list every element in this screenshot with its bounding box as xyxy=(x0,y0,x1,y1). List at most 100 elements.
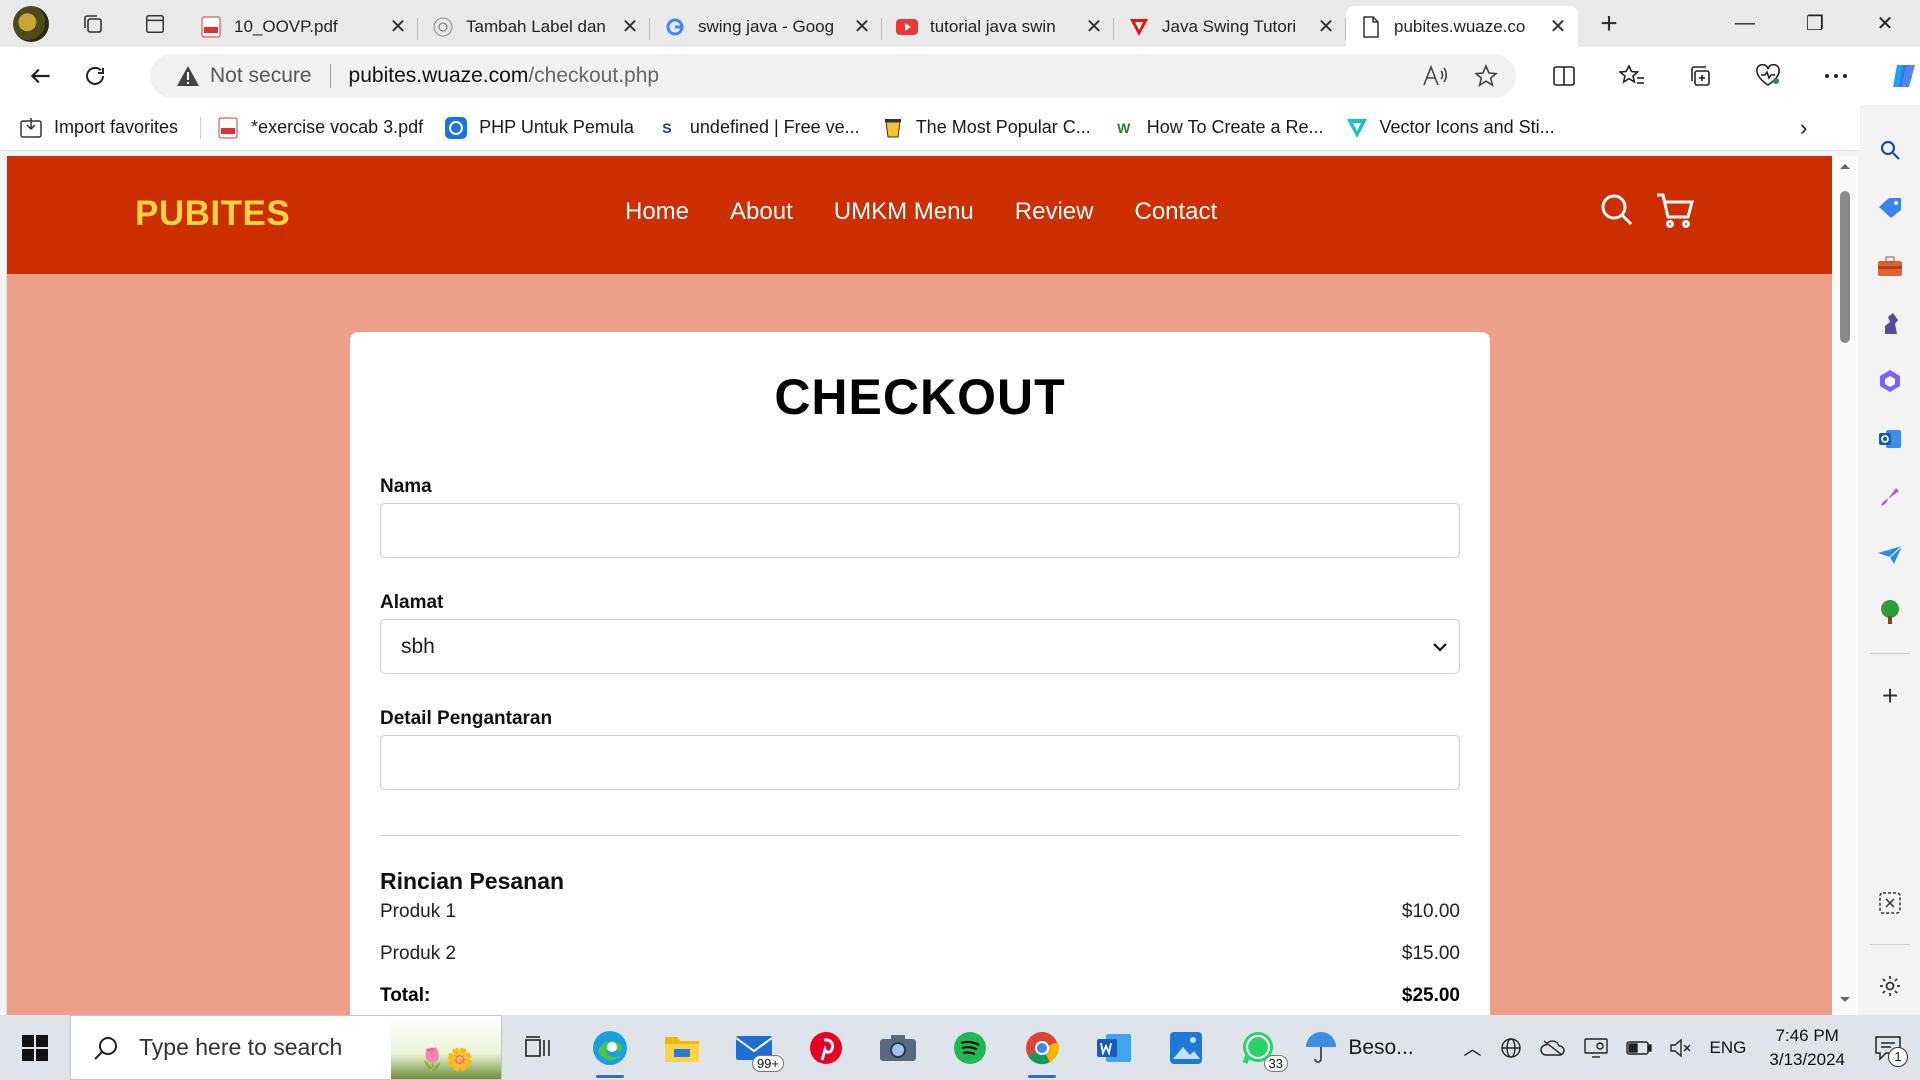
search-icon[interactable] xyxy=(1599,192,1635,228)
sidebar-shopping-tag-icon[interactable] xyxy=(1875,194,1905,222)
close-icon[interactable]: ✕ xyxy=(1316,14,1336,39)
browser-essentials-button[interactable] xyxy=(1734,54,1802,98)
restore-button[interactable]: ❐ xyxy=(1780,0,1850,47)
close-icon[interactable]: ✕ xyxy=(1548,14,1568,39)
close-icon[interactable]: ✕ xyxy=(1084,14,1104,39)
favorite-most-popular[interactable]: The Most Popular C... xyxy=(882,117,1091,139)
taskbar-chrome[interactable] xyxy=(1006,1015,1078,1080)
more-options-button[interactable] xyxy=(1802,54,1870,98)
nama-input[interactable] xyxy=(380,503,1460,558)
more-dots-icon xyxy=(1825,74,1847,78)
nav-review[interactable]: Review xyxy=(1015,198,1094,226)
start-button[interactable] xyxy=(0,1015,70,1080)
taskbar-weather[interactable]: Beso... xyxy=(1294,1015,1424,1080)
site-brand[interactable]: PUBITES xyxy=(135,194,290,234)
url-text[interactable]: pubites.wuaze.com/checkout.php xyxy=(349,64,660,88)
nav-about[interactable]: About xyxy=(730,198,793,226)
sidebar-designer-icon[interactable] xyxy=(1875,483,1905,511)
close-window-button[interactable]: ✕ xyxy=(1850,0,1920,47)
split-screen-button[interactable] xyxy=(1530,54,1598,98)
display-icon[interactable] xyxy=(1583,1037,1608,1058)
nav-umkm-menu[interactable]: UMKM Menu xyxy=(834,198,974,226)
nav-contact[interactable]: Contact xyxy=(1134,198,1217,226)
security-indicator[interactable]: Not secure xyxy=(176,64,312,88)
windows-taskbar: Type here to search 🌷🌼 99+ 33 Beso... ︿ xyxy=(0,1015,1920,1080)
detail-pengantaran-input[interactable] xyxy=(380,735,1460,790)
minimize-button[interactable]: — xyxy=(1710,0,1780,47)
mail-unread-badge: 99+ xyxy=(751,1055,784,1072)
tab-tambah-label[interactable]: Tambah Label dan ✕ xyxy=(418,8,650,46)
sidebar-microsoft365-icon[interactable] xyxy=(1875,367,1905,395)
read-aloud-icon[interactable] xyxy=(1422,65,1448,87)
favorite-how-to-create[interactable]: W How To Create a Re... xyxy=(1113,117,1323,139)
language-indicator[interactable]: ENG xyxy=(1710,1038,1747,1058)
sidebar-outlook-icon[interactable] xyxy=(1875,425,1905,453)
nav-home[interactable]: Home xyxy=(625,198,689,226)
favorite-exercise-vocab[interactable]: *exercise vocab 3.pdf xyxy=(217,117,423,139)
page-scrollbar[interactable] xyxy=(1832,156,1858,1015)
refresh-button[interactable] xyxy=(68,54,122,98)
chevron-right-icon[interactable]: › xyxy=(1800,115,1807,141)
detail-group: Detail Pengantaran xyxy=(380,708,1460,790)
tab-actions-button[interactable] xyxy=(124,0,186,47)
task-view-button[interactable] xyxy=(502,1015,574,1080)
tab-oovp-pdf[interactable]: 10_OOVP.pdf ✕ xyxy=(186,8,418,46)
collections-button[interactable] xyxy=(1666,54,1734,98)
cart-icon[interactable] xyxy=(1655,192,1695,230)
taskbar-clock[interactable]: 7:46 PM 3/13/2024 xyxy=(1769,1024,1845,1072)
favorite-vector-icons[interactable]: Vector Icons and Sti... xyxy=(1346,117,1555,139)
profile-button[interactable] xyxy=(0,0,62,47)
scroll-down-icon[interactable] xyxy=(1839,996,1851,1004)
taskbar-edge[interactable] xyxy=(574,1015,646,1080)
taskbar-spotify[interactable] xyxy=(934,1015,1006,1080)
sidebar-add-icon[interactable]: + xyxy=(1875,680,1905,711)
favorite-import[interactable]: Import favorites xyxy=(20,117,178,139)
taskbar-word[interactable] xyxy=(1078,1015,1150,1080)
checkout-title: CHECKOUT xyxy=(774,369,1066,425)
sidebar-send-icon[interactable] xyxy=(1875,541,1905,569)
back-button[interactable] xyxy=(14,54,68,98)
address-bar[interactable]: Not secure pubites.wuaze.com/checkout.ph… xyxy=(150,54,1516,98)
tab-java-swing-tutorial[interactable]: Java Swing Tutori ✕ xyxy=(1114,8,1346,46)
scroll-up-icon[interactable] xyxy=(1839,162,1851,170)
taskbar-file-explorer[interactable] xyxy=(646,1015,718,1080)
taskbar-pinterest[interactable] xyxy=(790,1015,862,1080)
battery-icon[interactable] xyxy=(1625,1040,1652,1055)
taskbar-search-box[interactable]: Type here to search 🌷🌼 xyxy=(70,1015,502,1080)
tab-pubites-active[interactable]: pubites.wuaze.co ✕ xyxy=(1346,6,1578,47)
favorite-undefined-free-vectors[interactable]: S undefined | Free ve... xyxy=(656,117,859,139)
sidebar-tools-icon[interactable] xyxy=(1875,252,1905,280)
favorite-php-untuk-pemula[interactable]: PHP Untuk Pemula xyxy=(445,116,634,139)
page-viewport: PUBITES Home About UMKM Menu Review Cont… xyxy=(6,156,1836,1015)
favorites-button[interactable] xyxy=(1598,54,1666,98)
sidebar-tree-icon[interactable] xyxy=(1875,599,1905,627)
close-icon[interactable]: ✕ xyxy=(388,14,408,39)
sidebar-games-icon[interactable] xyxy=(1875,309,1905,337)
chevron-up-icon[interactable]: ︿ xyxy=(1464,1035,1482,1061)
volume-muted-icon[interactable] xyxy=(1669,1038,1692,1058)
site-header: PUBITES Home About UMKM Menu Review Cont… xyxy=(7,156,1836,274)
taskbar-whatsapp[interactable]: 33 xyxy=(1222,1015,1294,1080)
alamat-select[interactable]: sbh xyxy=(380,619,1460,674)
sidebar-hide-icon[interactable] xyxy=(1875,890,1905,918)
onedrive-cloud-icon[interactable] xyxy=(1539,1039,1566,1057)
alamat-group: Alamat sbh xyxy=(380,592,1460,674)
sidebar-settings-icon[interactable] xyxy=(1875,972,1905,1000)
close-icon[interactable]: ✕ xyxy=(852,14,872,39)
tab-youtube-tutorial[interactable]: tutorial java swin ✕ xyxy=(882,8,1114,46)
scroll-thumb[interactable] xyxy=(1840,191,1850,343)
taskbar-mail[interactable]: 99+ xyxy=(718,1015,790,1080)
sidebar-search-icon[interactable] xyxy=(1875,136,1905,164)
taskbar-camera[interactable] xyxy=(862,1015,934,1080)
globe-icon[interactable] xyxy=(1500,1037,1522,1059)
google-icon xyxy=(664,16,686,38)
close-icon[interactable]: ✕ xyxy=(620,14,640,39)
cup-icon xyxy=(882,117,904,139)
taskbar-photos[interactable] xyxy=(1150,1015,1222,1080)
favorite-star-icon[interactable] xyxy=(1474,64,1498,88)
notifications-button[interactable]: 1 xyxy=(1874,1035,1908,1067)
workspaces-button[interactable] xyxy=(62,0,124,47)
tab-swing-google[interactable]: swing java - Goog ✕ xyxy=(650,8,882,46)
new-tab-button[interactable]: + xyxy=(1584,4,1634,44)
copilot-button[interactable] xyxy=(1870,54,1920,98)
